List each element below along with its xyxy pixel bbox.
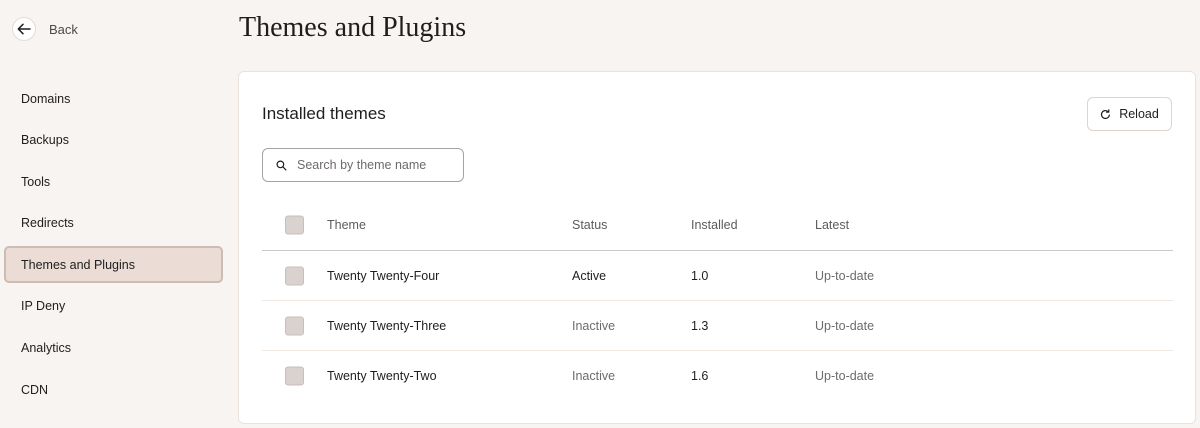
column-header-theme[interactable]: Theme: [327, 218, 366, 232]
theme-name: Twenty Twenty-Four: [327, 268, 440, 283]
sidebar-nav: Domains Backups Tools Redirects Themes a…: [4, 80, 223, 413]
theme-installed-version: 1.6: [691, 369, 709, 383]
row-checkbox[interactable]: [285, 316, 304, 335]
theme-latest-version: Up-to-date: [815, 369, 875, 383]
row-checkbox[interactable]: [285, 366, 304, 386]
sidebar-item-themes-and-plugins[interactable]: Themes and Plugins: [4, 246, 223, 284]
sidebar-item-cdn[interactable]: CDN: [4, 371, 223, 408]
select-all-checkbox[interactable]: [285, 215, 304, 235]
page-title: Themes and Plugins: [239, 12, 467, 43]
column-header-installed[interactable]: Installed: [691, 218, 738, 232]
search-box[interactable]: [262, 148, 464, 182]
themes-table: Theme Status Installed Latest Twenty Twe…: [262, 200, 1173, 401]
sidebar: Back Domains Backups Tools Redirects The…: [0, 0, 228, 428]
table-header-row: Theme Status Installed Latest: [262, 200, 1173, 251]
theme-installed-version: 1.3: [691, 318, 709, 333]
card-title: Installed themes: [262, 104, 386, 123]
installed-themes-card: Installed themes Reload Theme Status Ins…: [238, 71, 1196, 424]
theme-name: Twenty Twenty-Two: [327, 369, 437, 383]
sidebar-item-tools[interactable]: Tools: [4, 163, 223, 200]
sidebar-item-ip-deny[interactable]: IP Deny: [4, 288, 223, 325]
column-header-status[interactable]: Status: [572, 218, 607, 232]
theme-latest-version: Up-to-date: [815, 268, 875, 283]
sidebar-item-analytics[interactable]: Analytics: [4, 330, 223, 367]
table-row: Twenty Twenty-Three Inactive 1.3 Up-to-d…: [262, 301, 1173, 351]
reload-button[interactable]: Reload: [1087, 97, 1172, 131]
search-input[interactable]: [297, 158, 457, 172]
theme-latest-version: Up-to-date: [815, 318, 875, 333]
back-button[interactable]: Back: [12, 17, 78, 41]
sidebar-item-backups[interactable]: Backups: [4, 122, 223, 159]
row-checkbox[interactable]: [285, 266, 304, 285]
reload-label: Reload: [1119, 107, 1159, 121]
sidebar-item-redirects[interactable]: Redirects: [4, 205, 223, 242]
theme-installed-version: 1.0: [691, 268, 709, 283]
search-icon: [276, 160, 287, 170]
arrow-left-icon: [12, 17, 36, 41]
theme-status: Inactive: [572, 369, 616, 383]
table-row: Twenty Twenty-Four Active 1.0 Up-to-date: [262, 251, 1173, 301]
app: Back Domains Backups Tools Redirects The…: [0, 0, 1200, 428]
theme-name: Twenty Twenty-Three: [327, 318, 447, 333]
sidebar-item-domains[interactable]: Domains: [4, 80, 223, 117]
back-label: Back: [49, 21, 78, 37]
theme-status: Inactive: [572, 318, 616, 333]
theme-status: Active: [572, 268, 607, 283]
refresh-icon: [1101, 108, 1111, 119]
table-row: Twenty Twenty-Two Inactive 1.6 Up-to-dat…: [262, 351, 1173, 401]
column-header-latest[interactable]: Latest: [815, 218, 849, 232]
